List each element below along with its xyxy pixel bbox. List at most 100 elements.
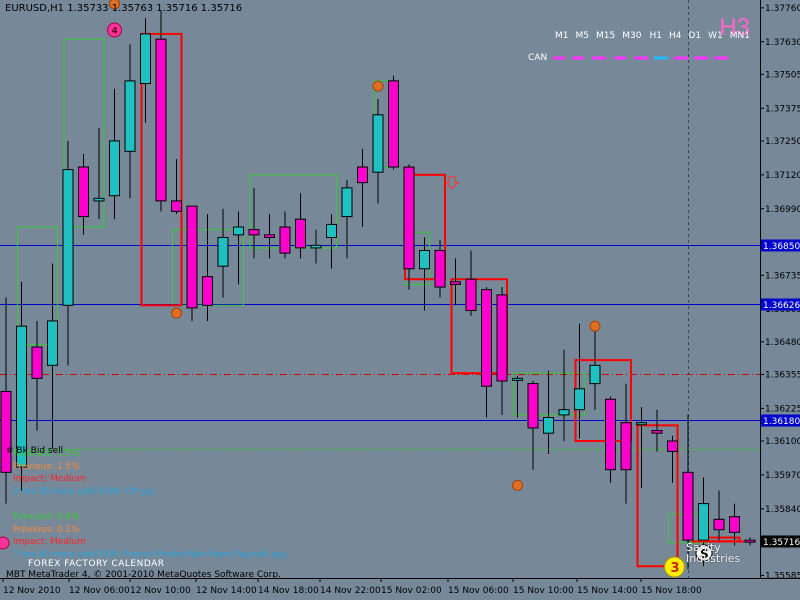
x-tick-label: 15 Nov 18:00 xyxy=(641,586,702,596)
bear-candle xyxy=(620,422,632,471)
bull-candle xyxy=(589,364,601,385)
bear-candle xyxy=(0,390,12,473)
news-line: Previous: 0.2% xyxy=(13,524,80,535)
news-line: Forecast: 0.4% xyxy=(13,512,80,522)
y-tick-label: 1.37760 xyxy=(765,4,800,14)
left-signal-circle xyxy=(0,536,10,550)
timeframe-m30[interactable]: M30 xyxy=(622,31,641,41)
signal-3-number: 3 xyxy=(671,561,680,576)
x-tick-label: 12 Nov 10:00 xyxy=(130,586,191,596)
fractal-down-marker xyxy=(512,479,523,491)
chart-area[interactable]: 1.37760 1.37630 1.37505 1.37375 1.37250 1.371… xyxy=(0,0,800,600)
timeframe-m5[interactable]: M5 xyxy=(576,31,590,41)
bull-candle xyxy=(140,33,151,85)
bull-candle xyxy=(574,388,585,411)
x-tick-label: 15 Nov 10:00 xyxy=(513,586,574,596)
news-line: Previous: 1.5% xyxy=(13,461,80,472)
bull-candle xyxy=(326,223,337,238)
x-tick-label: 14 Nov 22:00 xyxy=(320,586,381,596)
bear-candle xyxy=(202,276,213,306)
bear-candle xyxy=(357,166,368,184)
bear-candle xyxy=(434,250,446,288)
up-box xyxy=(249,174,337,249)
timeframe-m15[interactable]: M15 xyxy=(596,31,615,41)
bear-candle xyxy=(155,38,167,202)
bull-candle xyxy=(558,409,570,416)
y-tick-label: 1.35585 xyxy=(765,571,800,581)
y-tick-label: 1.35970 xyxy=(765,471,800,481)
y-tick-label: 1.36100 xyxy=(765,437,800,447)
x-tick-label: 15 Nov 14:00 xyxy=(577,586,638,596)
hline-price-label: 1.36626 xyxy=(763,301,800,311)
bear-candle xyxy=(279,226,291,254)
bull-candle xyxy=(310,244,322,249)
bull-candle xyxy=(217,236,229,267)
y-tick-label: 1.37375 xyxy=(765,104,800,114)
y-tick-label: 1.37250 xyxy=(765,137,800,147)
candlestick-chart[interactable]: 1.37760 1.37630 1.37505 1.37375 1.37250 1.371… xyxy=(0,0,800,600)
brand-logo: Sanity Industries xyxy=(686,542,740,564)
current-price-label: 1.35716 xyxy=(763,538,800,548)
x-tick-label: 12 Nov 2010 xyxy=(3,586,61,596)
y-tick-label: 1.36480 xyxy=(765,338,800,348)
bear-candle xyxy=(171,200,182,212)
timeframe-row: M1 M5 M15 M30 H1 H4 D1 W1 MN1 xyxy=(555,31,757,41)
x-tick-label: 14 Nov 18:00 xyxy=(258,586,319,596)
x-tick-label: 12 Nov 06:00 xyxy=(69,586,130,596)
news-block-payrolls: Forecast: 0.4% Previous: 0.2% Impact: Medi… xyxy=(13,511,286,561)
timeframe-d1[interactable]: D1 xyxy=(688,31,701,41)
bull-candle xyxy=(124,80,136,152)
bear-candle xyxy=(496,294,508,382)
bear-candle xyxy=(403,166,415,270)
down-arrow-icon xyxy=(444,176,460,190)
y-tick-label: 1.36225 xyxy=(765,404,800,414)
hline-price-label: 1.36850 xyxy=(763,242,800,252)
copyright-text: MBT MetaTrader 4, © 2001-2010 MetaQuotes… xyxy=(6,570,281,580)
brand-line-2: Industries xyxy=(686,552,741,565)
fractal-down-marker xyxy=(171,307,182,319)
bull-candle xyxy=(372,114,384,173)
bull-candle xyxy=(341,187,353,218)
bear-candle xyxy=(744,539,756,543)
y-tick-label: 1.36735 xyxy=(765,271,800,281)
bear-candle xyxy=(729,516,740,533)
hline-price-label: 1.36180 xyxy=(763,417,800,427)
timeframe-mn1[interactable]: MN1 xyxy=(730,31,750,41)
bear-candle xyxy=(186,205,198,309)
y-tick-label: 1.36355 xyxy=(765,370,800,380)
x-tick-label: 12 Nov 14:00 xyxy=(196,586,257,596)
bull-candle xyxy=(233,226,244,236)
bull-candle xyxy=(698,503,709,541)
bear-candle xyxy=(264,234,275,238)
y-tick-label: 1.36990 xyxy=(765,205,800,215)
timeframe-h1[interactable]: H1 xyxy=(649,31,662,41)
y-tick-label: 1.37120 xyxy=(765,171,800,181)
fractal-up-marker xyxy=(372,80,384,92)
bear-candle xyxy=(481,289,492,387)
signal-label: # Bk Bid sell xyxy=(6,446,64,456)
news-line: 2 hrs 55 mins until EUR: CPI y/y xyxy=(13,486,156,497)
bear-candle xyxy=(78,166,89,218)
bear-candle xyxy=(527,383,539,429)
bear-candle xyxy=(295,218,306,249)
bear-candle xyxy=(248,229,260,236)
timeframe-h4[interactable]: H4 xyxy=(669,31,682,41)
can-label: CAN xyxy=(528,53,548,63)
signal-4-number: 4 xyxy=(112,27,118,37)
bull-candle xyxy=(419,250,430,270)
timeframe-w1[interactable]: W1 xyxy=(708,31,723,41)
calendar-label: FOREX FACTORY CALENDAR xyxy=(28,559,165,569)
bear-candle xyxy=(388,80,399,168)
bull-candle xyxy=(47,320,58,366)
news-line: Impact: Medium xyxy=(13,474,87,484)
y-tick-label: 1.37505 xyxy=(765,70,800,80)
bull-candle xyxy=(62,169,74,306)
bear-candle xyxy=(667,440,678,452)
x-tick-label: 15 Nov 02:00 xyxy=(381,586,442,596)
fractal-up-marker xyxy=(589,320,601,332)
bear-candle xyxy=(682,471,694,541)
bear-candle xyxy=(465,278,477,312)
bear-candle xyxy=(651,430,663,434)
x-tick-label: 15 Nov 06:00 xyxy=(448,586,509,596)
timeframe-m1[interactable]: M1 xyxy=(555,31,569,41)
